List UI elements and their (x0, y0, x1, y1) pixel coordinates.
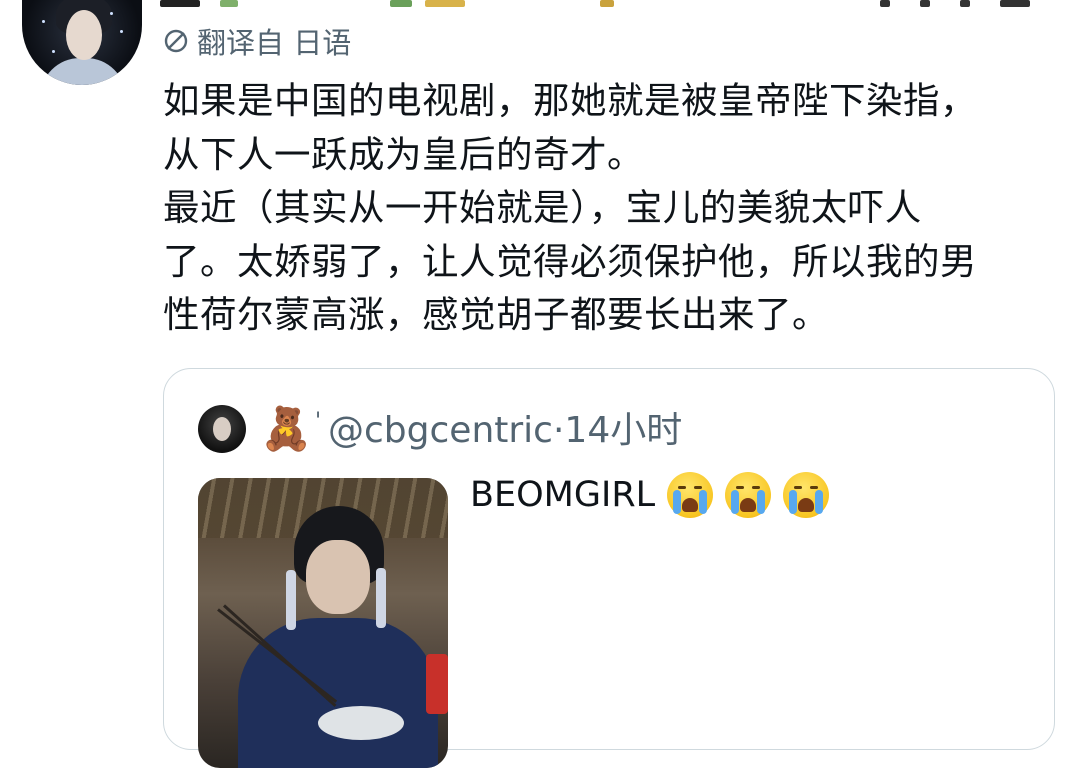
translation-label: 翻译自 日语 (197, 26, 352, 60)
author-avatar[interactable] (22, 0, 142, 85)
quoted-tweet-card[interactable]: 🧸 ' @cbgcentric·14小时 BEOMGIRL (163, 368, 1055, 768)
tweet-text-line: 性荷尔蒙高涨，感觉胡子都要长出来了。 (163, 293, 829, 337)
translation-notice[interactable]: 翻译自 日语 (163, 22, 351, 60)
bear-icon: 🧸 (260, 404, 313, 453)
loudly-crying-face-icon (783, 472, 830, 518)
quoted-author-handle[interactable]: @cbgcentric (328, 410, 553, 451)
quoted-tweet-time[interactable]: 14小时 (564, 410, 682, 451)
tweet-text-line: 最近（其实从一开始就是），宝儿的美貌太吓人 (163, 186, 922, 230)
tweet-text-line: 从下人一跃成为皇后的奇才。 (163, 132, 644, 176)
cropped-header-strip (160, 0, 1060, 8)
quoted-tweet-text: BEOMGIRL (470, 469, 830, 521)
translate-icon (164, 29, 188, 53)
tweet-text: 如果是中国的电视剧，那她就是被皇帝陛下染指， 从下人一跃成为皇后的奇才。 最近（… (163, 74, 1063, 342)
loudly-crying-face-icon (667, 472, 714, 518)
quoted-author-name-fragment: ' (315, 409, 322, 434)
loudly-crying-face-icon (725, 472, 772, 518)
tweet-text-line: 如果是中国的电视剧，那她就是被皇帝陛下染指， (163, 79, 977, 122)
quoted-tweet-body: BEOMGIRL (470, 475, 656, 515)
quoted-tweet-media[interactable] (198, 478, 448, 768)
tweet-text-line: 了。太娇弱了，让人觉得必须保护他，所以我的男 (163, 239, 977, 283)
quoted-author-avatar[interactable] (198, 405, 246, 453)
meta-separator: · (552, 410, 565, 451)
quoted-author-meta: @cbgcentric·14小时 (328, 407, 682, 455)
